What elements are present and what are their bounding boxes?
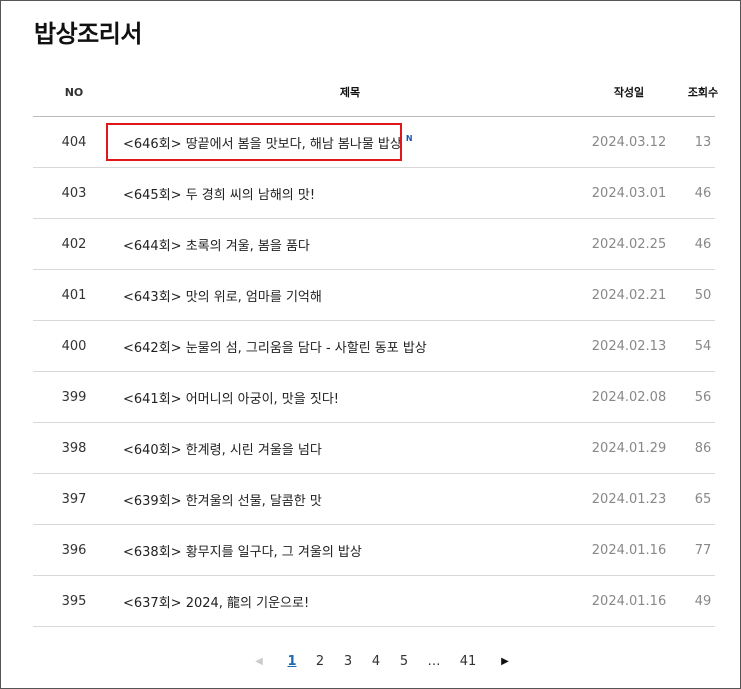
row-views: 77 [694, 542, 712, 558]
post-title-link[interactable]: <642회> 눈물의 섬, 그리움을 담다 - 사할린 동포 밥상 [123, 337, 427, 356]
row-date: 2024.02.25 [591, 236, 667, 252]
row-date: 2024.01.16 [591, 542, 667, 558]
page-link-5[interactable]: 5 [396, 650, 412, 674]
row-views: 49 [694, 593, 712, 609]
next-page-button[interactable]: ▶ [498, 650, 512, 674]
row-title-cell: <639회> 한겨울의 선물, 달콤한 맛 [123, 474, 573, 524]
row-views: 56 [694, 389, 712, 405]
row-date: 2024.01.16 [591, 593, 667, 609]
row-title-cell: <641회> 어머니의 아궁이, 맛을 짓다! [123, 372, 573, 422]
row-no: 401 [61, 287, 87, 303]
page-ellipsis: … [427, 654, 441, 669]
page-link-last[interactable]: 41 [456, 650, 480, 674]
table-row: 397 <639회> 한겨울의 선물, 달콤한 맛 2024.01.23 65 [33, 474, 715, 525]
header-date: 작성일 [613, 86, 645, 99]
prev-page-button[interactable]: ◀ [252, 650, 266, 674]
row-title-cell: <646회> 땅끝에서 봄을 맛보다, 해남 봄나물 밥상 N [123, 117, 573, 167]
table-row: 400 <642회> 눈물의 섬, 그리움을 담다 - 사할린 동포 밥상 20… [33, 321, 715, 372]
row-no: 400 [61, 338, 87, 354]
row-views: 46 [694, 236, 712, 252]
row-views: 50 [694, 287, 712, 303]
row-no: 402 [61, 236, 87, 252]
row-title-cell: <643회> 맛의 위로, 엄마를 기억해 [123, 270, 573, 320]
page-link-4[interactable]: 4 [368, 650, 384, 674]
new-badge: N [405, 133, 413, 143]
post-title-link[interactable]: <641회> 어머니의 아궁이, 맛을 짓다! [123, 388, 339, 407]
post-title-link[interactable]: <640회> 한계령, 시린 겨울을 넘다 [123, 439, 322, 458]
row-date: 2024.02.21 [591, 287, 667, 303]
post-title-link[interactable]: <645회> 두 경희 씨의 남해의 맛! [123, 184, 315, 203]
table-header: NO 제목 작성일 조회수 [33, 68, 718, 117]
post-title-link[interactable]: <644회> 초록의 겨울, 봄을 품다 [123, 235, 310, 254]
row-title-cell: <642회> 눈물의 섬, 그리움을 담다 - 사할린 동포 밥상 [123, 321, 573, 371]
row-date: 2024.02.08 [591, 389, 667, 405]
row-views: 65 [694, 491, 712, 507]
table-row: 398 <640회> 한계령, 시린 겨울을 넘다 2024.01.29 86 [33, 423, 715, 474]
table-row: 395 <637회> 2024, 龍의 기운으로! 2024.01.16 49 [33, 576, 715, 627]
row-title-cell: <638회> 황무지를 일구다, 그 겨울의 밥상 [123, 525, 573, 575]
row-title-cell: <644회> 초록의 겨울, 봄을 품다 [123, 219, 573, 269]
page-link-1[interactable]: 1 [284, 650, 300, 674]
post-title-link[interactable]: <637회> 2024, 龍의 기운으로! [123, 592, 309, 611]
header-title: 제목 [339, 86, 361, 99]
table-row: 396 <638회> 황무지를 일구다, 그 겨울의 밥상 2024.01.16… [33, 525, 715, 576]
row-no: 399 [61, 389, 87, 405]
table-row: 401 <643회> 맛의 위로, 엄마를 기억해 2024.02.21 50 [33, 270, 715, 321]
table-row: 404 <646회> 땅끝에서 봄을 맛보다, 해남 봄나물 밥상 N 2024… [33, 117, 715, 168]
post-title-link[interactable]: <643회> 맛의 위로, 엄마를 기억해 [123, 286, 322, 305]
row-views: 46 [694, 185, 712, 201]
row-no: 397 [61, 491, 87, 507]
row-date: 2024.01.29 [591, 440, 667, 456]
pagination: ◀ 1 2 3 4 5 … 41 ▶ [0, 650, 741, 674]
table-row: 403 <645회> 두 경희 씨의 남해의 맛! 2024.03.01 46 [33, 168, 715, 219]
page-link-3[interactable]: 3 [340, 650, 356, 674]
board-table: NO 제목 작성일 조회수 404 <646회> 땅끝에서 봄을 맛보다, 해남… [33, 68, 718, 627]
page-title: 밥상조리서 [34, 20, 142, 48]
row-views: 13 [694, 134, 712, 150]
row-views: 54 [694, 338, 712, 354]
table-row: 402 <644회> 초록의 겨울, 봄을 품다 2024.02.25 46 [33, 219, 715, 270]
row-date: 2024.02.13 [591, 338, 667, 354]
row-no: 398 [61, 440, 87, 456]
row-no: 396 [61, 542, 87, 558]
row-no: 395 [61, 593, 87, 609]
row-date: 2024.03.01 [591, 185, 667, 201]
row-no: 404 [61, 134, 87, 150]
post-title-link[interactable]: <638회> 황무지를 일구다, 그 겨울의 밥상 [123, 541, 362, 560]
row-no: 403 [61, 185, 87, 201]
header-no: NO [64, 85, 84, 99]
post-title-link[interactable]: <639회> 한겨울의 선물, 달콤한 맛 [123, 490, 322, 509]
row-title-cell: <645회> 두 경희 씨의 남해의 맛! [123, 168, 573, 218]
row-title-cell: <637회> 2024, 龍의 기운으로! [123, 576, 573, 626]
row-date: 2024.01.23 [591, 491, 667, 507]
page-link-2[interactable]: 2 [312, 650, 328, 674]
table-row: 399 <641회> 어머니의 아궁이, 맛을 짓다! 2024.02.08 5… [33, 372, 715, 423]
row-title-cell: <640회> 한계령, 시린 겨울을 넘다 [123, 423, 573, 473]
post-title-link[interactable]: <646회> 땅끝에서 봄을 맛보다, 해남 봄나물 밥상 [123, 133, 402, 152]
row-date: 2024.03.12 [591, 134, 667, 150]
row-views: 86 [694, 440, 712, 456]
header-views: 조회수 [687, 86, 719, 99]
